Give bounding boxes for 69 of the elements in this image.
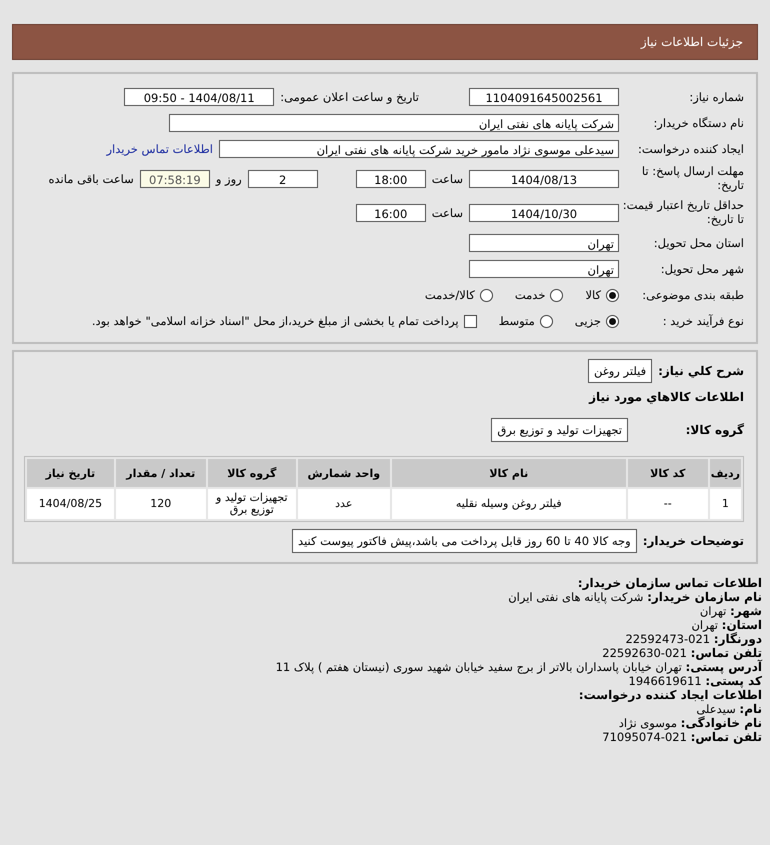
field-label: روز و	[216, 172, 242, 186]
contact-line: نام خانوادگی: موسوی نژاد	[618, 716, 762, 730]
option-label: خدمت	[514, 288, 546, 302]
column-header: ردیف	[710, 459, 741, 487]
table-cell: --	[628, 489, 708, 519]
option-label: کالا/خدمت	[424, 288, 475, 302]
page-title: جزئیات اطلاعات نیاز	[640, 35, 743, 49]
column-header: واحد شمارش	[298, 459, 390, 487]
buyer-notes-field: وجه کالا 40 تا 60 روز قابل پرداخت می باشد،پیش فاکتور پیوست کنید	[292, 529, 637, 553]
buyer-field: شرکت پایانه های نفتی ایران	[169, 114, 619, 132]
contact-line: شهر: تهران	[698, 604, 762, 618]
radio-button[interactable]	[606, 314, 619, 328]
deadline-date-field: 1404/08/13	[469, 170, 619, 188]
validity-date-field: 1404/10/30	[469, 204, 619, 222]
field-label: شهر محل تحویل:	[660, 262, 744, 276]
deadline-time-field: 18:00	[356, 170, 426, 188]
need-number-field: 1104091645002561	[469, 88, 619, 106]
goods-group-field: تجهیزات تولید و توزیع برق	[491, 418, 628, 442]
field-label: مهلت ارسال پاسخ: تا تاریخ:	[640, 165, 744, 193]
summary-field: فیلتر روغن	[588, 359, 652, 383]
contact-line: نام سازمان خریدار: شرکت پایانه های نفتی ایران	[507, 590, 762, 604]
checkbox-label: پرداخت تمام یا بخشی از مبلغ خرید،از محل "اسناد خزانه اسلامی" خواهد بود.	[92, 314, 459, 328]
radio-button[interactable]	[540, 314, 553, 328]
field-label: ساعت	[432, 206, 463, 220]
field-label: نوع فرآیند خرید :	[662, 314, 744, 328]
column-header: کد کالا	[628, 459, 708, 487]
table-cell: فیلتر روغن وسیله نقلیه	[392, 489, 626, 519]
table-cell: 1404/08/25	[27, 489, 114, 519]
city-field: تهران	[469, 260, 619, 278]
field-label: توضیحات خریدار:	[642, 534, 744, 548]
table-cell: عدد	[298, 489, 390, 519]
field-label: گروه کالا:	[684, 423, 744, 437]
field-label: استان محل تحویل:	[652, 236, 744, 250]
table-cell: 1	[710, 489, 741, 519]
announce-date-field: 1404/08/11 - 09:50	[124, 88, 274, 106]
buyer-contact-link[interactable]: اطلاعات تماس خریدار	[106, 142, 213, 156]
days-field: 2	[248, 170, 318, 188]
contact-line: آدرس پستی: تهران خیابان پاسداران بالاتر از برج سفید خیابان شهید سوری (نیستان هفتم ) پلاک 11	[274, 660, 762, 674]
option-label: متوسط	[498, 314, 535, 328]
province-field: تهران	[469, 234, 619, 252]
field-label: ساعت	[432, 172, 463, 186]
option-label: جزیی	[574, 314, 601, 328]
field-label: تاریخ و ساعت اعلان عمومی:	[280, 90, 419, 104]
column-header: تاریخ نیاز	[27, 459, 114, 487]
field-label: حداقل تاریخ اعتبار قیمت: تا تاریخ:	[622, 199, 744, 227]
column-header: تعداد / مقدار	[116, 459, 206, 487]
field-label: شماره نیاز:	[688, 90, 744, 104]
field-label: ایجاد کننده درخواست:	[637, 142, 744, 156]
table-cell: 120	[116, 489, 206, 519]
contact-line: نام: سیدعلی	[695, 702, 762, 716]
table-cell: تجهیزات تولید و توزیع برق	[208, 489, 296, 519]
section-heading: اطلاعات کالاهاي مورد نياز	[589, 390, 744, 404]
field-label: ساعت باقی مانده	[48, 172, 134, 186]
remaining-time-field: 07:58:19	[140, 170, 210, 188]
field-label: طبقه بندی موضوعی:	[641, 288, 744, 302]
contact-line: استان: تهران	[690, 618, 762, 632]
radio-button[interactable]	[480, 288, 493, 302]
column-header: گروه کالا	[208, 459, 296, 487]
radio-button[interactable]	[606, 288, 619, 302]
requester-field: سیدعلی موسوی نژاد مامور خرید شرکت پایانه های نفتی ایران	[219, 140, 619, 158]
option-label: کالا	[585, 288, 601, 302]
field-label: نام دستگاه خریدار:	[652, 116, 744, 130]
field-label: شرح کلي نياز:	[658, 364, 744, 378]
column-header: نام کالا	[392, 459, 626, 487]
radio-button[interactable]	[550, 288, 564, 302]
contact-heading: اطلاعات ایجاد کننده درخواست:	[578, 688, 762, 702]
checkbox[interactable]	[464, 314, 477, 328]
contact-heading: اطلاعات تماس سازمان خریدار:	[576, 576, 762, 590]
validity-time-field: 16:00	[356, 204, 426, 222]
